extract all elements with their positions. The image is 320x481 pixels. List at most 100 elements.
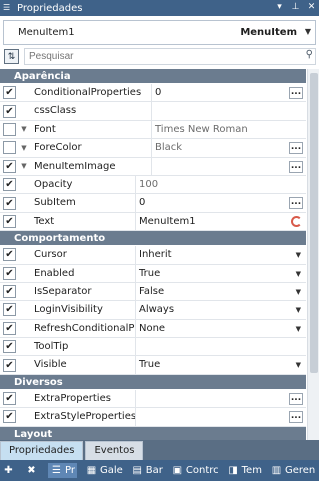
property-value[interactable]: False xyxy=(136,283,306,300)
toolbar-item[interactable]: ▥ Geren xyxy=(270,464,316,477)
sort-categories-button[interactable]: ⇅ xyxy=(4,49,19,64)
ellipsis-button[interactable]: ... xyxy=(289,87,303,99)
toolbar-item-label: Tem xyxy=(241,465,262,476)
property-value[interactable]: True xyxy=(136,356,306,373)
property-checkbox[interactable]: ✔ xyxy=(3,340,16,354)
property-checkbox[interactable]: ✔ xyxy=(3,410,16,424)
property-checkbox[interactable] xyxy=(3,141,16,155)
tab-propriedades[interactable]: Propriedades xyxy=(0,441,84,460)
expand-arrow-icon[interactable]: ▼ xyxy=(16,125,32,133)
property-value[interactable]: None xyxy=(136,320,306,337)
property-checkbox[interactable]: ✔ xyxy=(3,321,16,335)
property-value[interactable]: Times New Roman xyxy=(152,121,306,138)
chevron-down-icon[interactable]: ▼ xyxy=(296,251,301,259)
property-row[interactable]: ✔ SubItem 0... xyxy=(0,194,306,213)
property-row[interactable]: ✔ Visible True ▼ xyxy=(0,356,306,375)
vertical-scrollbar[interactable] xyxy=(307,69,319,440)
property-row[interactable]: ✔RefreshConditionalPropertieNone▼ xyxy=(0,319,306,339)
ellipsis-button[interactable]: ... xyxy=(289,142,303,155)
property-row[interactable]: ✔ ▼ MenuItemImage... xyxy=(0,157,306,176)
property-row[interactable]: ✔ ToolTip xyxy=(0,338,306,357)
property-checkbox[interactable]: ✔ xyxy=(3,196,16,210)
property-checkbox[interactable]: ✔ xyxy=(3,214,16,228)
property-checkbox[interactable]: ✔ xyxy=(3,178,16,192)
category-header[interactable]: Comportamento xyxy=(0,231,306,247)
chevron-down-icon[interactable]: ▼ xyxy=(296,288,301,296)
search-icon[interactable]: ⚲ xyxy=(306,49,313,60)
property-value[interactable]: 100 xyxy=(136,176,306,193)
expand-arrow-icon[interactable]: ▼ xyxy=(16,162,32,170)
property-value[interactable]: True xyxy=(136,265,306,282)
toolbar-item[interactable]: ✚ xyxy=(2,464,17,477)
property-checkbox[interactable]: ✔ xyxy=(3,266,16,280)
property-checkbox[interactable]: ✔ xyxy=(3,303,16,317)
property-row[interactable]: ✔ Text MenuItem1 xyxy=(0,212,306,232)
ellipsis-button[interactable]: ... xyxy=(289,197,303,210)
chevron-down-icon[interactable]: ▼ xyxy=(296,306,301,314)
category-header[interactable]: Layout xyxy=(0,426,306,440)
pin-icon[interactable]: ⊥ xyxy=(290,1,301,14)
property-value[interactable] xyxy=(136,390,306,407)
property-value[interactable] xyxy=(136,408,306,425)
property-row[interactable]: ✔ ConditionalProperties 0... xyxy=(0,84,306,103)
property-checkbox[interactable]: ✔ xyxy=(3,104,16,118)
property-checkbox[interactable] xyxy=(3,122,16,136)
toolbar-item[interactable]: ▣ Contrc xyxy=(171,464,219,477)
expand-arrow-icon[interactable]: ▼ xyxy=(16,144,32,152)
property-checkbox[interactable]: ✔ xyxy=(3,285,16,299)
plus-icon: ✚ xyxy=(4,465,13,476)
property-row[interactable]: ✔ ExtraProperties... xyxy=(0,389,306,409)
ellipsis-button[interactable]: ... xyxy=(289,392,303,405)
category-header[interactable]: Diversos xyxy=(0,374,306,390)
property-name: Opacity xyxy=(16,175,136,194)
property-value[interactable]: 0 xyxy=(152,84,306,101)
ellipsis-button[interactable]: ... xyxy=(289,411,303,424)
ellipsis-button[interactable]: ... xyxy=(289,160,303,173)
property-row[interactable]: ✔ Opacity 100 xyxy=(0,175,306,195)
property-row[interactable]: ✔ Cursor Inherit ▼ xyxy=(0,246,306,265)
property-value[interactable]: Inherit xyxy=(136,246,306,263)
property-value[interactable] xyxy=(152,158,306,175)
property-checkbox[interactable]: ✔ xyxy=(3,392,16,406)
property-row[interactable]: ▼ ForeColor Black... xyxy=(0,139,306,158)
property-name: cssClass xyxy=(32,102,152,120)
toolbar-item[interactable]: ▦ Gale xyxy=(85,464,123,477)
toolbar-item[interactable]: ✖ xyxy=(25,464,40,477)
property-row[interactable]: ✔ IsSeparator False ▼ xyxy=(0,282,306,302)
property-name: Text xyxy=(16,212,136,231)
property-name: ToolTip xyxy=(16,338,136,356)
panel-tabs: Propriedades Eventos xyxy=(0,440,319,460)
scrollbar-thumb[interactable] xyxy=(310,73,318,373)
property-checkbox[interactable]: ✔ xyxy=(3,358,16,372)
chevron-down-icon[interactable]: ▼ xyxy=(296,325,301,333)
chevron-down-icon[interactable]: ▼ xyxy=(305,27,311,36)
property-row[interactable]: ✔ ExtraStyleProperties... xyxy=(0,408,306,427)
toolbar-item[interactable]: ☰ Pr xyxy=(48,463,77,478)
properties-icon: ☰ xyxy=(52,465,61,476)
property-row[interactable]: ✔ Enabled True ▼ xyxy=(0,264,306,283)
refresh-icon[interactable] xyxy=(291,215,302,227)
property-row[interactable]: ✔ cssClass xyxy=(0,102,306,121)
search-input[interactable] xyxy=(24,48,316,65)
toolbar-item[interactable]: ▤ Bar xyxy=(131,464,163,477)
property-row[interactable]: ✔ LoginVisibility Always ▼ xyxy=(0,301,306,320)
property-value[interactable]: MenuItem1 xyxy=(136,213,306,230)
category-header[interactable]: Aparência xyxy=(0,69,306,84)
toolbar-item[interactable]: ◨ Tem xyxy=(227,464,262,477)
dropdown-icon[interactable]: ▾ xyxy=(274,1,285,14)
property-value[interactable] xyxy=(136,338,306,355)
property-value[interactable] xyxy=(152,102,306,119)
property-value[interactable]: Always xyxy=(136,301,306,318)
tab-eventos[interactable]: Eventos xyxy=(85,441,144,460)
panel-title: Propriedades xyxy=(17,2,83,14)
property-value[interactable]: Black xyxy=(152,139,306,156)
property-checkbox[interactable]: ✔ xyxy=(3,159,16,173)
chevron-down-icon[interactable]: ▼ xyxy=(296,270,301,278)
chevron-down-icon[interactable]: ▼ xyxy=(296,361,301,369)
object-selector[interactable]: MenuItem1 MenuItem ▼ xyxy=(3,20,316,45)
close-icon[interactable]: ✕ xyxy=(306,1,317,14)
property-row[interactable]: ▼ Font Times New Roman xyxy=(0,120,306,140)
property-value[interactable]: 0 xyxy=(136,194,306,211)
property-checkbox[interactable]: ✔ xyxy=(3,248,16,262)
property-checkbox[interactable]: ✔ xyxy=(3,86,16,100)
